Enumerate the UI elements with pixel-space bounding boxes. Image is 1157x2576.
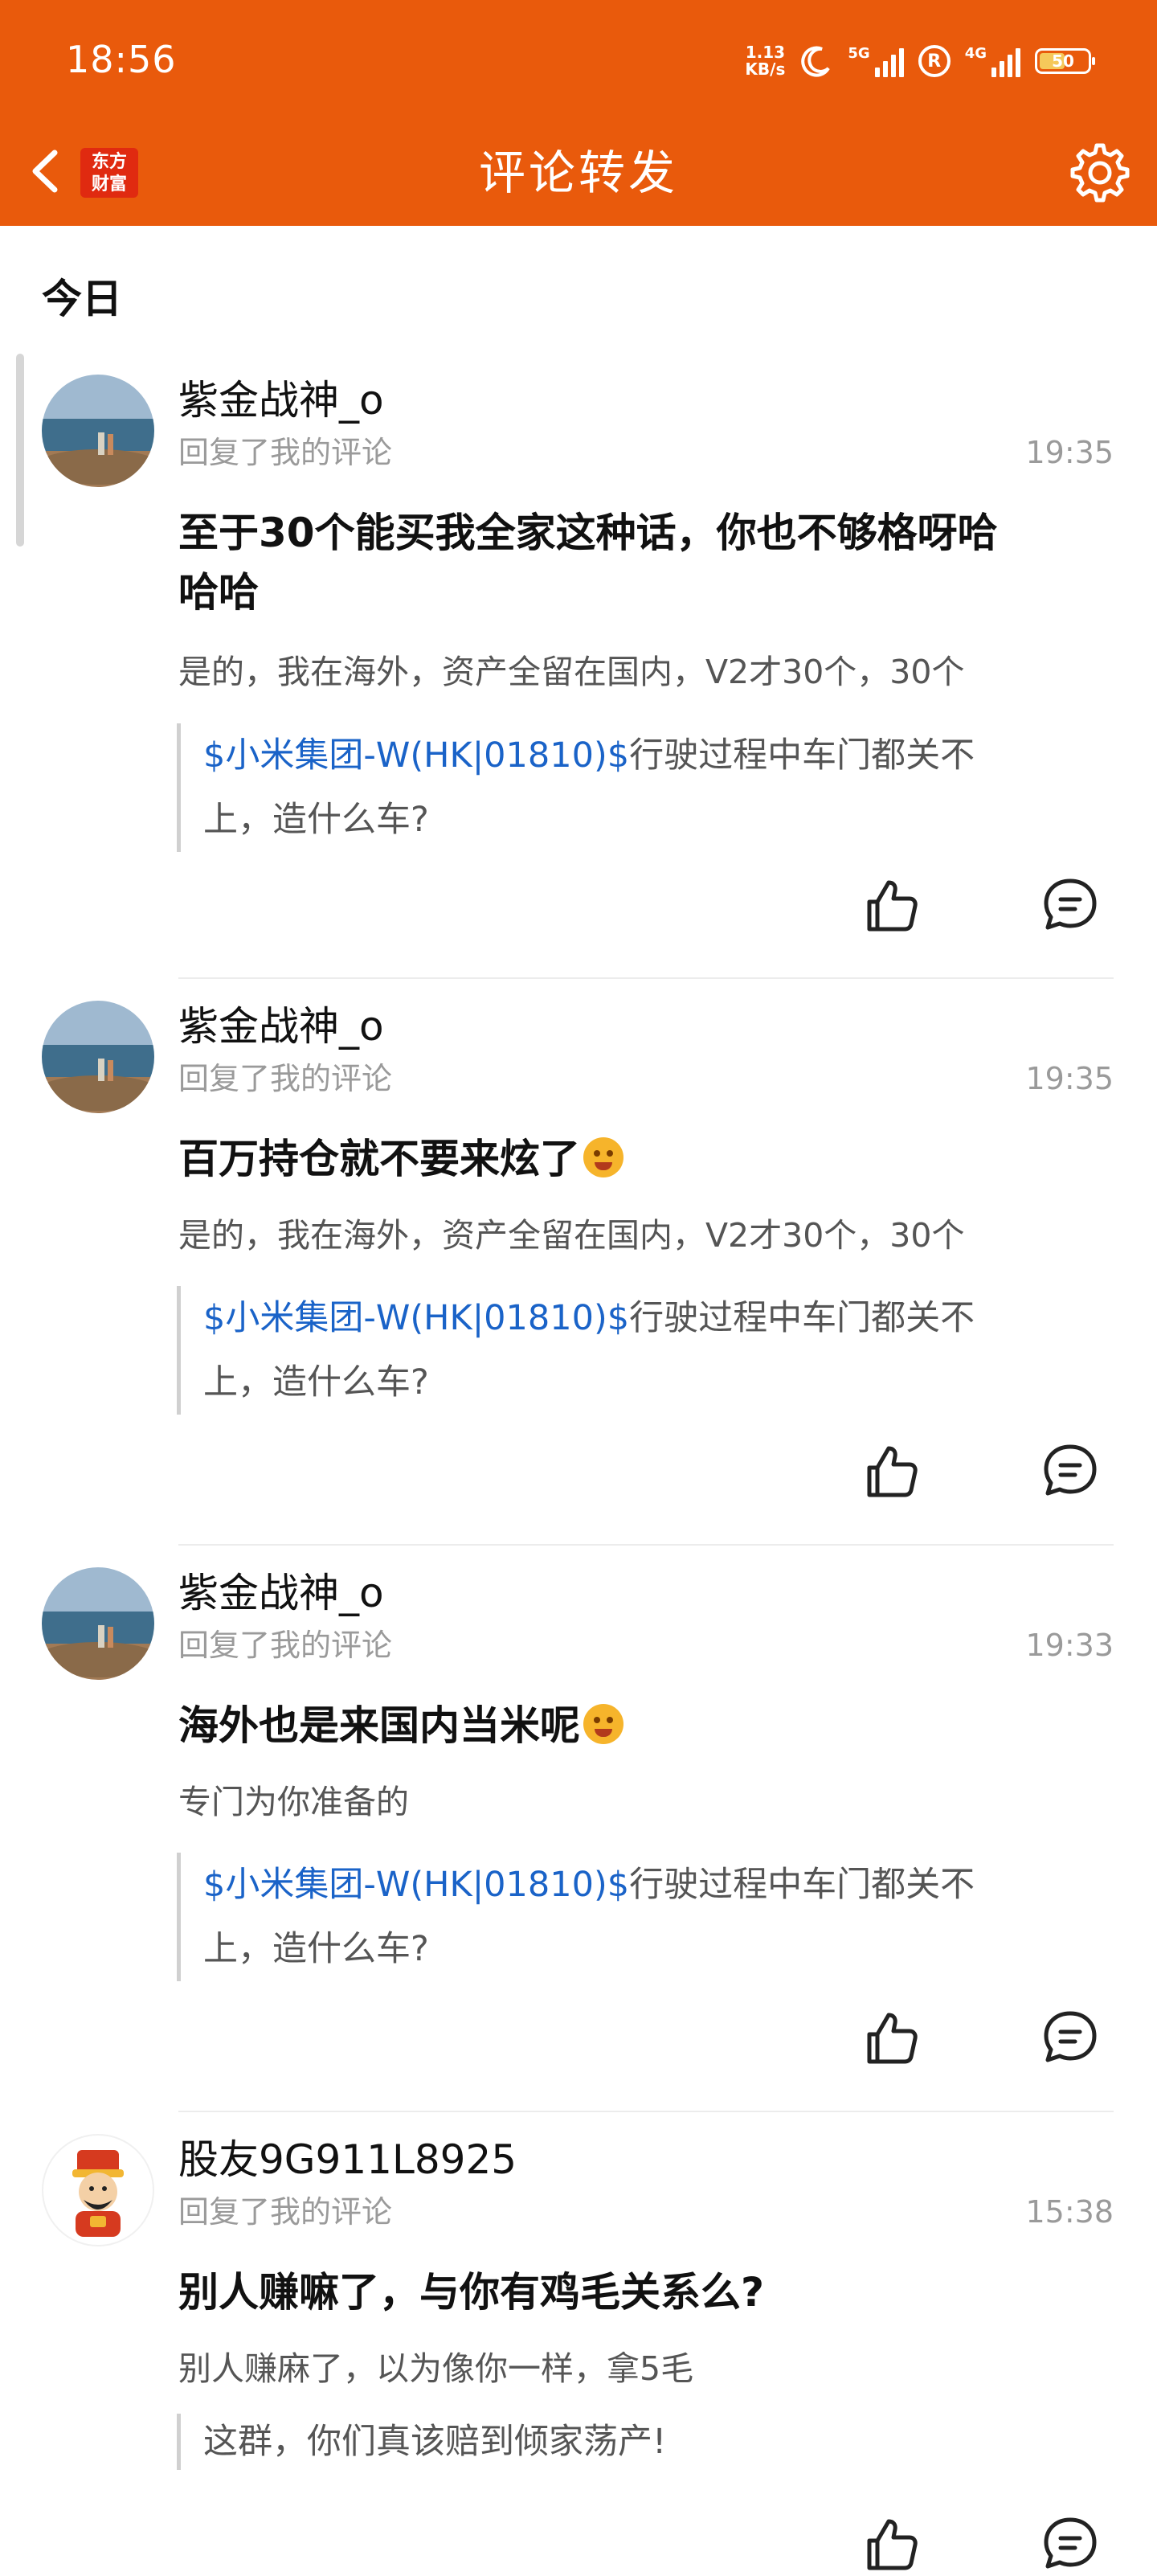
avatar[interactable] [42, 1001, 154, 1113]
avatar[interactable] [42, 1567, 154, 1680]
quoted-post[interactable]: $小米集团-W(HK|01810)$行驶过程中车门都关不 上，造什么车? [177, 1286, 1077, 1415]
action-text: 回复了我的评论 [178, 435, 393, 470]
stock-link[interactable]: $小米集团-W(HK|01810)$ [203, 735, 629, 776]
reply-text: 至于30个能买我全家这种话，你也不够格呀哈 哈哈 [178, 510, 998, 616]
quoted-post[interactable]: 这群，你们真该赔到倾家荡产! [177, 2414, 1077, 2470]
thumbs-up-icon[interactable] [860, 873, 924, 937]
network-speed: 1.13 KB/s [745, 43, 786, 79]
divider [178, 1544, 1114, 1546]
battery-icon: 50 [1035, 48, 1095, 74]
status-icons: 1.13 KB/s 5G R 4G 50 [745, 37, 1095, 85]
navigation-bar: 东方 财富 评论转发 [0, 121, 1157, 226]
moon-icon [801, 46, 831, 77]
my-comment: 专门为你准备的 [178, 1783, 409, 1821]
timestamp: 19:35 [1025, 1061, 1114, 1096]
username[interactable]: 紫金战神_o [178, 1001, 384, 1052]
header: 18:56 1.13 KB/s 5G R 4G 50 东方 财富 评论转发 [0, 0, 1157, 226]
thumbs-up-icon[interactable] [860, 1439, 924, 1503]
comment-bubble-icon[interactable] [1038, 2005, 1102, 2070]
username[interactable]: 紫金战神_o [178, 375, 384, 426]
avatar[interactable] [42, 375, 154, 487]
timestamp: 19:33 [1025, 1628, 1114, 1663]
comment-bubble-icon[interactable] [1038, 873, 1102, 937]
my-comment: 是的，我在海外，资产全留在国内，V2才30个，30个 [178, 1216, 965, 1255]
action-text: 回复了我的评论 [178, 1061, 393, 1096]
thumbs-up-icon[interactable] [860, 2005, 924, 2070]
username[interactable]: 紫金战神_o [178, 1567, 384, 1619]
comment-bubble-icon[interactable] [1038, 2512, 1102, 2576]
quoted-post[interactable]: $小米集团-W(HK|01810)$行驶过程中车门都关不 上，造什么车? [177, 723, 1077, 852]
section-heading-today: 今日 [42, 276, 122, 322]
comment-bubble-icon[interactable] [1038, 1439, 1102, 1503]
status-bar: 18:56 1.13 KB/s 5G R 4G 50 [0, 0, 1157, 121]
divider [178, 2111, 1114, 2112]
scroll-indicator [16, 354, 24, 547]
shy-face-emoji-icon [583, 1137, 623, 1177]
roaming-icon: R [918, 45, 951, 77]
signal-5g-icon: 5G [848, 45, 904, 77]
reply-text: 别人赚嘛了，与你有鸡毛关系么? [178, 2269, 765, 2316]
reply-text: 百万持仓就不要来炫了 [178, 1129, 1110, 1189]
my-comment: 是的，我在海外，资产全留在国内，V2才30个，30个 [178, 653, 965, 691]
reply-text: 海外也是来国内当米呢 [178, 1696, 1110, 1755]
signal-4g-icon: 4G [965, 45, 1020, 77]
action-text: 回复了我的评论 [178, 1628, 393, 1663]
divider [178, 977, 1114, 979]
timestamp: 15:38 [1025, 2194, 1114, 2230]
stock-link[interactable]: $小米集团-W(HK|01810)$ [203, 1298, 629, 1338]
settings-gear-icon[interactable] [1064, 137, 1136, 209]
my-comment: 别人赚麻了，以为像你一样，拿5毛 [178, 2349, 694, 2388]
action-text: 回复了我的评论 [178, 2194, 393, 2230]
timestamp: 19:35 [1025, 435, 1114, 470]
thumbs-up-icon[interactable] [860, 2512, 924, 2576]
quoted-post[interactable]: $小米集团-W(HK|01810)$行驶过程中车门都关不 上，造什么车? [177, 1853, 1077, 1981]
username[interactable]: 股友9G911L8925 [178, 2134, 517, 2185]
status-time: 18:56 [66, 38, 177, 81]
page-title: 评论转发 [478, 145, 678, 200]
stock-link[interactable]: $小米集团-W(HK|01810)$ [203, 1865, 629, 1905]
avatar[interactable] [42, 2134, 154, 2246]
laughing-face-emoji-icon [583, 1704, 623, 1744]
